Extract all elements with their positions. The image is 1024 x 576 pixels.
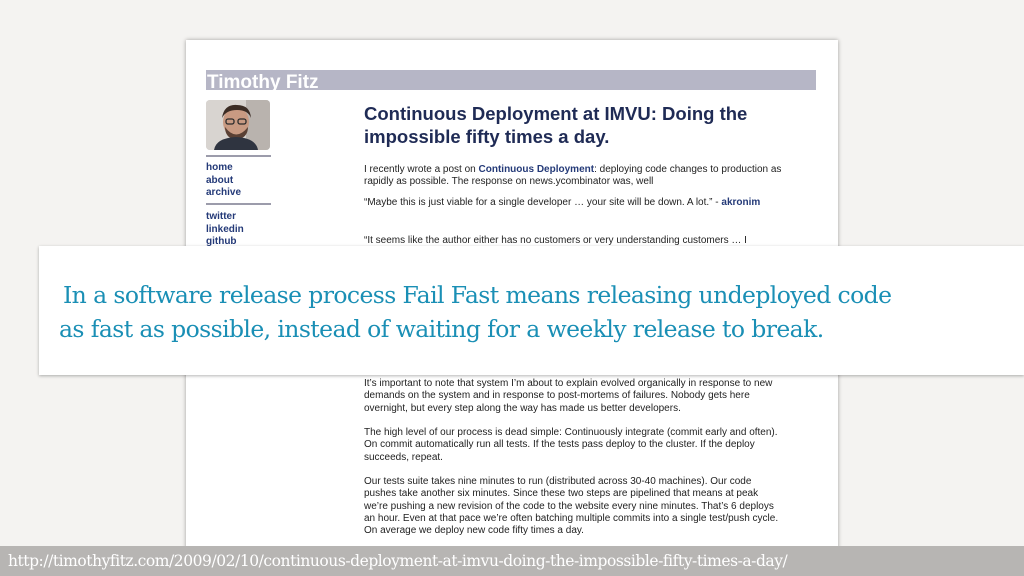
caption-text: In a software release process Fail Fast … bbox=[59, 278, 999, 346]
sidebar-divider bbox=[206, 203, 271, 205]
quote-akronim: “Maybe this is just viable for a single … bbox=[364, 197, 784, 209]
blog-header-bar: Timothy Fitz bbox=[206, 70, 816, 90]
quote-text: “Maybe this is just viable for a single … bbox=[364, 197, 719, 208]
sidebar-nav-social: twitter linkedin github bbox=[206, 211, 244, 249]
intro-text-before: I recently wrote a post on bbox=[364, 164, 479, 175]
post-intro: I recently wrote a post on Continuous De… bbox=[364, 164, 784, 189]
sidebar-link-home[interactable]: home bbox=[206, 162, 241, 175]
caption-panel: In a software release process Fail Fast … bbox=[39, 246, 1024, 375]
source-url[interactable]: http://timothyfitz.com/2009/02/10/contin… bbox=[8, 552, 788, 570]
author-photo-icon bbox=[206, 100, 270, 150]
sidebar-link-archive[interactable]: archive bbox=[206, 187, 241, 200]
author-avatar bbox=[206, 100, 270, 150]
caption-line-2: as fast as possible, instead of waiting … bbox=[59, 315, 824, 343]
blog-name: Timothy Fitz bbox=[207, 72, 319, 91]
paragraph-process: The high level of our process is dead si… bbox=[364, 427, 778, 463]
sidebar-link-linkedin[interactable]: linkedin bbox=[206, 224, 244, 237]
caption-line-1: In a software release process Fail Fast … bbox=[63, 281, 892, 309]
sidebar-link-about[interactable]: about bbox=[206, 175, 241, 188]
paragraph-tests: Our tests suite takes nine minutes to ru… bbox=[364, 476, 779, 537]
quote-author-link[interactable]: akronim bbox=[721, 197, 760, 208]
source-url-bar: http://timothyfitz.com/2009/02/10/contin… bbox=[0, 546, 1024, 576]
sidebar-link-twitter[interactable]: twitter bbox=[206, 211, 244, 224]
paragraph-evolved: It’s important to note that system I’m a… bbox=[364, 378, 773, 414]
sidebar-divider bbox=[206, 155, 271, 157]
post-title: Continuous Deployment at IMVU: Doing the… bbox=[364, 103, 748, 147]
sidebar-nav-primary: home about archive bbox=[206, 162, 241, 200]
continuous-deployment-link[interactable]: Continuous Deployment bbox=[479, 164, 595, 175]
